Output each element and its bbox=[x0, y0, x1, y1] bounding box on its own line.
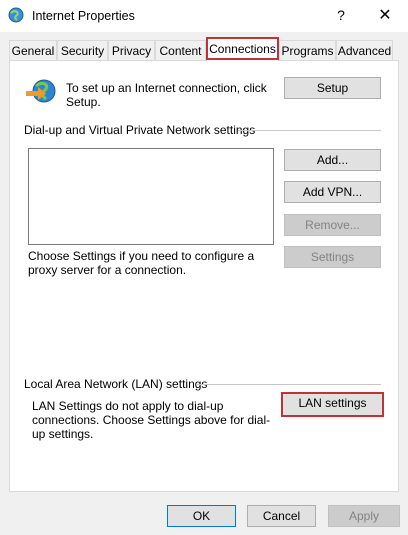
add-vpn-button[interactable]: Add VPN... bbox=[284, 181, 381, 203]
settings-button[interactable]: Settings bbox=[284, 246, 381, 268]
tab-privacy[interactable]: Privacy bbox=[108, 40, 155, 60]
cancel-button[interactable]: Cancel bbox=[247, 505, 316, 527]
tab-connections[interactable]: Connections bbox=[206, 38, 279, 61]
dialup-section-header: Dial-up and Virtual Private Network sett… bbox=[24, 123, 256, 137]
tab-programs[interactable]: Programs bbox=[279, 40, 336, 60]
help-button[interactable]: ? bbox=[322, 0, 360, 30]
globe-network-icon bbox=[24, 78, 58, 106]
internet-globe-icon bbox=[8, 7, 24, 23]
connections-listbox[interactable] bbox=[28, 148, 274, 245]
lan-separator bbox=[196, 384, 381, 385]
dialup-separator bbox=[238, 130, 381, 131]
close-button[interactable]: ✕ bbox=[366, 0, 404, 30]
ok-button[interactable]: OK bbox=[167, 505, 236, 527]
window-title: Internet Properties bbox=[32, 9, 135, 23]
apply-button[interactable]: Apply bbox=[328, 505, 400, 527]
lan-section-header: Local Area Network (LAN) settings bbox=[24, 377, 208, 391]
lan-description: LAN Settings do not apply to dial-up con… bbox=[32, 399, 271, 441]
tab-general[interactable]: General bbox=[9, 40, 57, 60]
setup-description: To set up an Internet connection, click … bbox=[66, 81, 267, 109]
tab-security[interactable]: Security bbox=[57, 40, 108, 60]
tab-advanced[interactable]: Advanced bbox=[336, 40, 393, 60]
proxy-description: Choose Settings if you need to configure… bbox=[28, 249, 255, 277]
tab-content[interactable]: Content bbox=[155, 40, 206, 60]
add-button[interactable]: Add... bbox=[284, 149, 381, 171]
lan-settings-button[interactable]: LAN settings bbox=[281, 392, 384, 417]
remove-button[interactable]: Remove... bbox=[284, 214, 381, 236]
setup-button[interactable]: Setup bbox=[284, 77, 381, 99]
